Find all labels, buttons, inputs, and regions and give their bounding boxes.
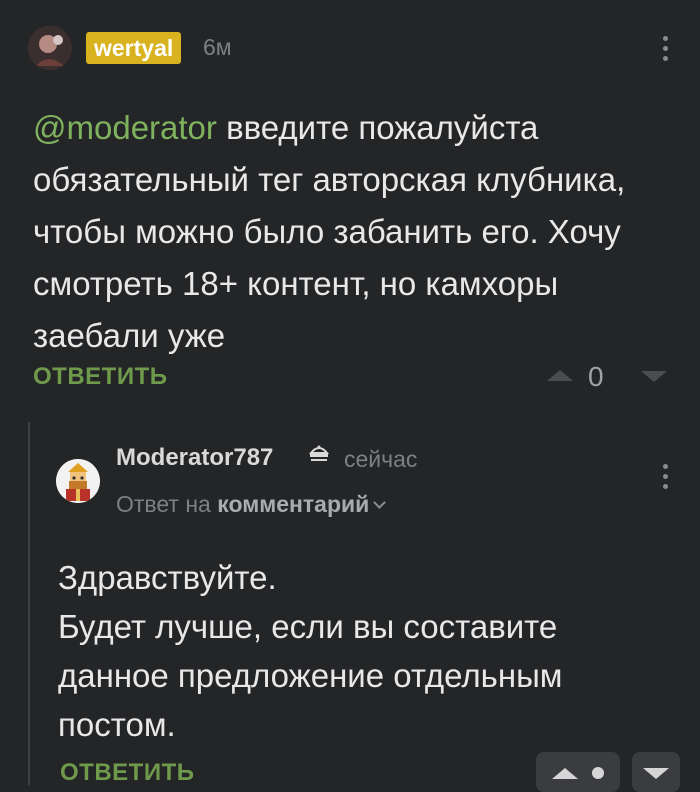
reply-line: Здравствуйте. <box>58 559 277 596</box>
more-options-icon[interactable] <box>663 36 669 66</box>
downvote-icon[interactable] <box>641 371 667 382</box>
dot-icon <box>592 767 604 779</box>
vote-down-button[interactable] <box>632 752 680 792</box>
reply-button[interactable]: ОТВЕТИТЬ <box>33 363 168 391</box>
reply-line: Будет лучше, если вы составите данное пр… <box>58 608 563 743</box>
vote-up-button[interactable] <box>536 752 620 792</box>
upvote-icon[interactable] <box>547 370 573 381</box>
comment-text: @moderator введите пожалуйста обязательн… <box>33 102 673 362</box>
reply-time: сейчас <box>344 446 418 472</box>
chevron-down-icon[interactable] <box>373 496 387 509</box>
avatar[interactable] <box>56 459 100 503</box>
downvote-icon <box>643 768 669 779</box>
reply-button[interactable]: ОТВЕТИТЬ <box>60 759 195 787</box>
reply-to-target[interactable]: комментарий <box>217 491 369 517</box>
author-name-badge[interactable]: wertyal <box>86 32 182 64</box>
moderator-crown-icon <box>307 441 331 465</box>
mention-link[interactable]: @moderator <box>33 109 217 146</box>
avatar[interactable] <box>28 26 72 70</box>
author-name[interactable]: Moderator787 <box>116 444 273 472</box>
upvote-icon <box>552 768 578 779</box>
thread-line[interactable] <box>28 422 30 785</box>
more-options-icon[interactable] <box>663 464 669 494</box>
reply-to-prefix: Ответ на <box>116 491 211 517</box>
reply-to-link[interactable]: Ответ на комментарий <box>116 491 387 518</box>
comment-score: 0 <box>588 361 604 392</box>
comment-time: 6м <box>203 34 232 60</box>
reply-text: Здравствуйте. Будет лучше, если вы соста… <box>58 553 668 749</box>
